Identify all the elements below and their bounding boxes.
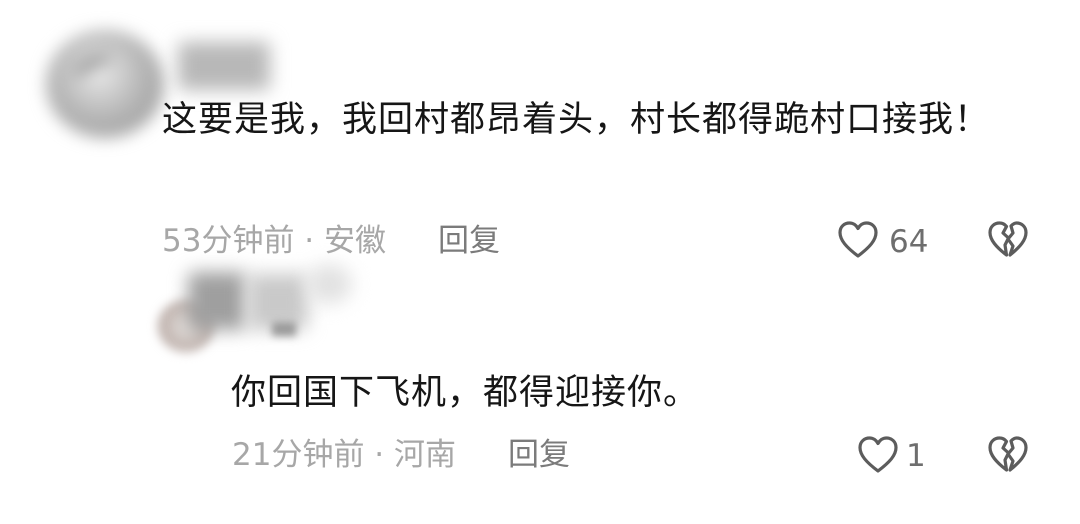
heart-outline-icon[interactable]	[856, 433, 900, 477]
comment-text: 这要是我，我回村都昂着头，村长都得跪村口接我！	[162, 100, 991, 140]
reply-button[interactable]: 回复	[438, 221, 500, 261]
broken-heart-icon[interactable]	[986, 218, 1030, 262]
heart-outline-icon[interactable]	[836, 218, 880, 262]
broken-heart-icon[interactable]	[986, 433, 1030, 477]
comment-timestamp-location: 53分钟前 · 安徽	[162, 223, 387, 259]
comment-timestamp-location: 21分钟前 · 河南	[232, 437, 457, 473]
username-blurred[interactable]	[178, 42, 270, 90]
like-count: 64	[889, 224, 929, 260]
username-blurred	[272, 322, 296, 336]
username-blurred[interactable]	[188, 272, 246, 330]
comment-text: 你回国下飞机，都得迎接你。	[231, 373, 700, 413]
reply-button[interactable]: 回复	[508, 435, 570, 475]
like-count: 1	[906, 438, 926, 474]
username-blurred	[306, 264, 352, 304]
avatar[interactable]	[46, 30, 164, 138]
